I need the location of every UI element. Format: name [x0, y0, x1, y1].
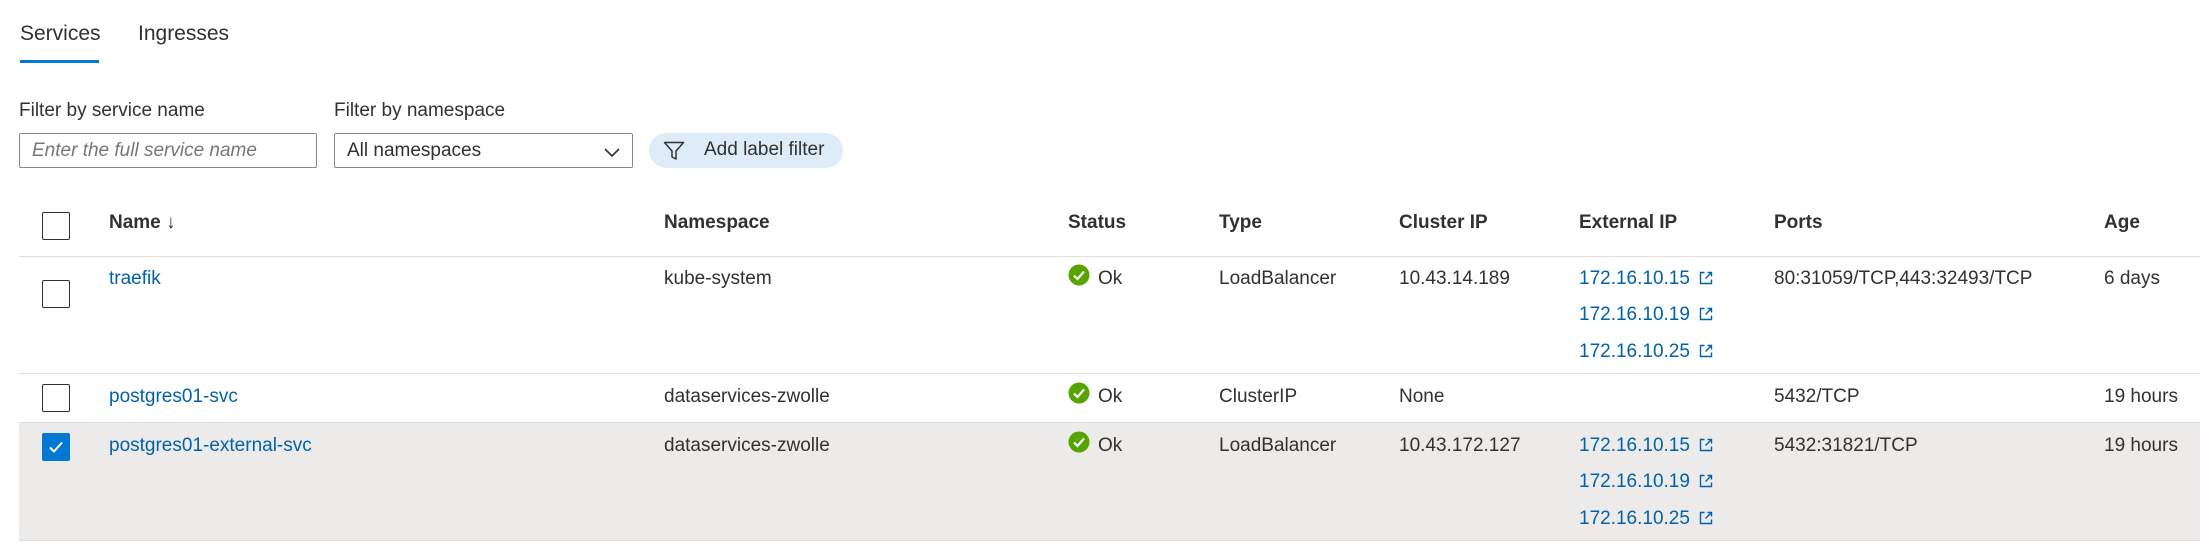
column-header-status[interactable]: Status	[1068, 212, 1126, 234]
ports-cell: 80:31059/TCP,443:32493/TCP	[1774, 268, 2033, 289]
column-header-cluster-ip[interactable]: Cluster IP	[1399, 212, 1488, 234]
cluster-ip-cell: None	[1399, 386, 1445, 407]
type-cell: ClusterIP	[1219, 386, 1298, 407]
open-in-new-window-icon	[1699, 511, 1713, 525]
external-ip-link[interactable]: 172.16.10.15	[1579, 268, 1714, 290]
service-name-link[interactable]: postgres01-svc	[109, 386, 238, 408]
age-cell: 6 days	[2104, 268, 2160, 289]
table-row[interactable]: postgres01-svc dataservices-zwolle Ok Cl…	[19, 374, 2200, 423]
namespace-filter-value: All namespaces	[347, 140, 482, 161]
external-ip-text: 172.16.10.15	[1579, 435, 1690, 456]
funnel-icon	[663, 141, 685, 160]
cluster-ip-cell: 10.43.172.127	[1399, 435, 1521, 456]
age-cell: 19 hours	[2104, 435, 2178, 456]
checkmark-icon	[49, 441, 63, 453]
namespace-filter-dropdown[interactable]: All namespaces	[334, 133, 633, 168]
column-header-name[interactable]: Name ↓	[109, 212, 176, 234]
namespace-cell: kube-system	[664, 268, 772, 289]
table-row[interactable]: postgres01-external-svc dataservices-zwo…	[19, 423, 2200, 541]
service-name-link[interactable]: postgres01-external-svc	[109, 435, 312, 457]
column-header-namespace[interactable]: Namespace	[664, 212, 770, 234]
namespace-cell: dataservices-zwolle	[664, 386, 830, 407]
ports-cell: 5432/TCP	[1774, 386, 1860, 407]
external-ip-text: 172.16.10.25	[1579, 341, 1690, 362]
table-row[interactable]: traefik kube-system Ok LoadBalancer 10.4…	[19, 256, 2200, 374]
column-header-ports[interactable]: Ports	[1774, 212, 1823, 234]
select-all-checkbox[interactable]	[42, 212, 70, 240]
chevron-down-icon	[604, 148, 620, 158]
add-label-filter-button[interactable]: Add label filter	[649, 133, 843, 168]
open-in-new-window-icon	[1699, 307, 1713, 321]
external-ip-link[interactable]: 172.16.10.25	[1579, 341, 1714, 363]
age-cell: 19 hours	[2104, 386, 2178, 407]
namespace-filter-label: Filter by namespace	[334, 100, 506, 121]
external-ip-link[interactable]: 172.16.10.19	[1579, 471, 1714, 493]
external-ip-text: 172.16.10.25	[1579, 508, 1690, 529]
tab-ingresses[interactable]: Ingresses	[138, 22, 229, 46]
status-cell: Ok	[1098, 268, 1123, 289]
column-header-type[interactable]: Type	[1219, 212, 1262, 234]
open-in-new-window-icon	[1699, 271, 1713, 285]
column-header-age[interactable]: Age	[2104, 212, 2140, 234]
table-header: Name ↓ Namespace Status Type Cluster IP …	[19, 198, 2200, 257]
check-circle-icon	[1068, 431, 1090, 453]
check-circle-icon	[1068, 382, 1090, 404]
cluster-ip-cell: 10.43.14.189	[1399, 268, 1510, 289]
row-checkbox[interactable]	[42, 384, 70, 412]
active-tab-indicator	[20, 60, 99, 63]
type-cell: LoadBalancer	[1219, 268, 1337, 289]
check-circle-icon	[1068, 264, 1090, 286]
external-ip-link[interactable]: 172.16.10.15	[1579, 435, 1714, 457]
add-label-filter-label: Add label filter	[704, 139, 825, 160]
service-name-filter-label: Filter by service name	[19, 100, 205, 121]
external-ip-text: 172.16.10.15	[1579, 268, 1690, 289]
service-name-link[interactable]: traefik	[109, 268, 161, 290]
namespace-cell: dataservices-zwolle	[664, 435, 830, 456]
status-cell: Ok	[1098, 435, 1123, 456]
ports-cell: 5432:31821/TCP	[1774, 435, 1918, 456]
services-page: Services Ingresses Filter by service nam…	[0, 0, 2200, 544]
open-in-new-window-icon	[1699, 474, 1713, 488]
tab-services[interactable]: Services	[20, 22, 101, 46]
open-in-new-window-icon	[1699, 438, 1713, 452]
type-cell: LoadBalancer	[1219, 435, 1337, 456]
row-checkbox[interactable]	[42, 280, 70, 308]
external-ip-text: 172.16.10.19	[1579, 304, 1690, 325]
row-checkbox[interactable]	[42, 433, 70, 461]
external-ip-text: 172.16.10.19	[1579, 471, 1690, 492]
column-header-external-ip[interactable]: External IP	[1579, 212, 1677, 234]
external-ip-link[interactable]: 172.16.10.19	[1579, 304, 1714, 326]
status-cell: Ok	[1098, 386, 1123, 407]
service-name-filter-input[interactable]	[19, 133, 317, 168]
open-in-new-window-icon	[1699, 344, 1713, 358]
external-ip-link[interactable]: 172.16.10.25	[1579, 508, 1714, 530]
